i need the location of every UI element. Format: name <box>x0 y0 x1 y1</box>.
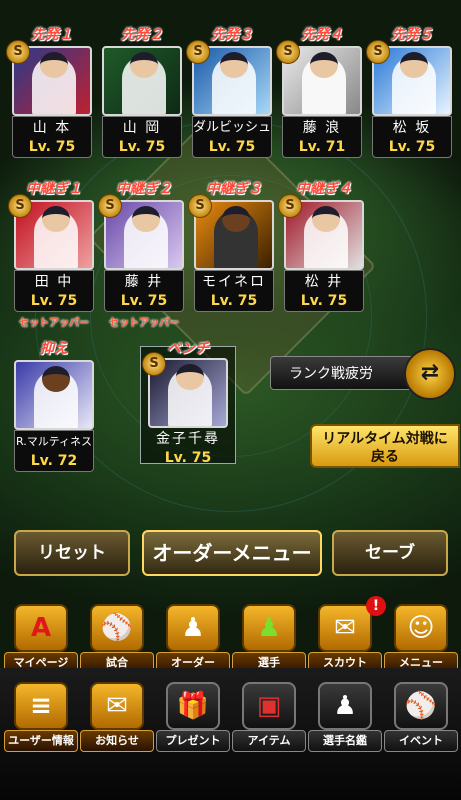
nav-mypage[interactable]: A マイページ <box>4 604 78 674</box>
name-plate: 山 岡 Lv. 75 <box>102 116 182 158</box>
nav-row-sub: ≡ ユーザー情報 ✉ お知らせ 🎁 プレゼント ▣ アイテム ♟ 選手名鑑 ⚾ … <box>0 682 461 752</box>
player-portrait <box>102 46 182 116</box>
player-name: 山 岡 <box>122 120 162 136</box>
player-name: R.マルティネス <box>15 435 93 448</box>
nav-label: イベント <box>384 730 458 752</box>
name-plate: 松 井 Lv. 75 <box>284 270 364 312</box>
player-name: 藤 浪 <box>302 120 342 136</box>
player-name: 金子千尋 <box>156 431 220 447</box>
rank-s-badge-icon: S <box>98 194 122 218</box>
player-level: Lv. 75 <box>118 139 166 155</box>
nav-scout[interactable]: ✉ ! スカウト <box>308 596 386 674</box>
nav-game[interactable]: ⚾ 試合 <box>80 604 154 674</box>
save-button[interactable]: セーブ <box>332 530 448 576</box>
player-name: 松 坂 <box>392 120 432 136</box>
realtime-label-line1: リアルタイム対戦に <box>322 431 448 447</box>
nav-order[interactable]: ♟ オーダー <box>156 604 230 674</box>
nav-row-main: A マイページ ⚾ 試合 ♟ オーダー ♟ 選手 ✉ ! スカウト ☺ メニュー <box>0 596 461 674</box>
rank-fatigue-button[interactable]: ランク戦疲労 <box>270 356 420 390</box>
player-level: Lv. 75 <box>28 139 76 155</box>
rank-s-badge-icon: S <box>276 40 300 64</box>
player-name: 松 井 <box>304 274 344 290</box>
player-name: モイネロ <box>202 274 266 290</box>
player-level: Lv. 75 <box>388 139 436 155</box>
player-name: 山 本 <box>32 120 72 136</box>
event-icon: ⚾ <box>404 691 438 721</box>
rank-s-badge-icon: S <box>8 194 32 218</box>
lineup-icon: ♟ <box>181 613 205 643</box>
card-role: 抑え <box>40 341 68 357</box>
menu-icon: ☺ <box>407 613 435 643</box>
nav-items[interactable]: ▣ アイテム <box>232 682 306 752</box>
name-plate: 金子千尋 Lv. 75 <box>148 428 228 470</box>
rank-s-badge-icon: S <box>186 40 210 64</box>
player-icon: ♟ <box>257 613 281 643</box>
name-plate: 山 本 Lv. 75 <box>12 116 92 158</box>
item-box-icon: ▣ <box>256 691 282 721</box>
nav-user-info[interactable]: ≡ ユーザー情報 <box>4 682 78 752</box>
player-name: 藤 井 <box>124 274 164 290</box>
player-level: Lv. 71 <box>298 139 346 155</box>
name-plate: 藤 井 Lv. 75 <box>104 270 184 312</box>
nav-label: プレゼント <box>156 730 230 752</box>
player-level: Lv. 75 <box>30 293 78 309</box>
player-level: Lv. 75 <box>164 450 212 466</box>
nav-label: お知らせ <box>80 730 154 752</box>
nav-label: 選手名鑑 <box>308 730 382 752</box>
player-level: Lv. 75 <box>208 139 256 155</box>
name-plate: R.マルティネス Lv. 72 <box>14 430 94 472</box>
nav-players[interactable]: ♟ 選手 <box>232 604 306 674</box>
news-icon: ✉ <box>106 691 128 721</box>
nav-news[interactable]: ✉ お知らせ <box>80 682 154 752</box>
realtime-label-line2: 戻る <box>371 449 399 465</box>
player-level: Lv. 72 <box>30 453 78 469</box>
name-plate: 田 中 Lv. 75 <box>14 270 94 312</box>
nav-player-directory[interactable]: ♟ 選手名鑑 <box>308 682 382 752</box>
player-portrait <box>14 360 94 430</box>
rank-s-badge-icon: S <box>6 40 30 64</box>
fatigue-refresh-icon[interactable]: ⇄ <box>404 348 456 400</box>
player-level: Lv. 75 <box>210 293 258 309</box>
name-plate: 松 坂 Lv. 75 <box>372 116 452 158</box>
card-role: 先発２ <box>121 27 163 43</box>
stadium-icon: ⚾ <box>100 613 134 643</box>
nav-event[interactable]: ⚾ イベント <box>384 682 458 752</box>
return-to-realtime-button[interactable]: リアルタイム対戦に 戻る <box>310 424 460 468</box>
mypage-icon: A <box>30 613 52 643</box>
nav-menu[interactable]: ☺ メニュー <box>384 604 458 674</box>
player-name: ダルビッシュ <box>193 120 272 135</box>
rank-s-badge-icon: S <box>278 194 302 218</box>
rank-s-badge-icon: S <box>366 40 390 64</box>
player-level: Lv. 75 <box>300 293 348 309</box>
gift-icon: 🎁 <box>176 691 210 721</box>
player-level: Lv. 75 <box>120 293 168 309</box>
order-menu-button[interactable]: オーダーメニュー <box>142 530 322 576</box>
rank-s-badge-icon: S <box>188 194 212 218</box>
user-info-icon: ≡ <box>30 691 52 721</box>
name-plate: 藤 浪 Lv. 71 <box>282 116 362 158</box>
name-plate: モイネロ Lv. 75 <box>194 270 274 312</box>
notification-badge: ! <box>366 596 386 616</box>
role-tag: セットアッパー <box>109 318 179 329</box>
player-directory-icon: ♟ <box>333 691 357 721</box>
name-plate: ダルビッシュ Lv. 75 <box>192 116 272 158</box>
nav-present[interactable]: 🎁 プレゼント <box>156 682 230 752</box>
player-name: 田 中 <box>34 274 74 290</box>
reset-button[interactable]: リセット <box>14 530 130 576</box>
nav-label: ユーザー情報 <box>4 730 78 752</box>
role-tag: セットアッパー <box>19 318 89 329</box>
nav-label: アイテム <box>232 730 306 752</box>
rank-s-badge-icon: S <box>142 352 166 376</box>
scout-card-icon: ✉ <box>334 613 356 643</box>
